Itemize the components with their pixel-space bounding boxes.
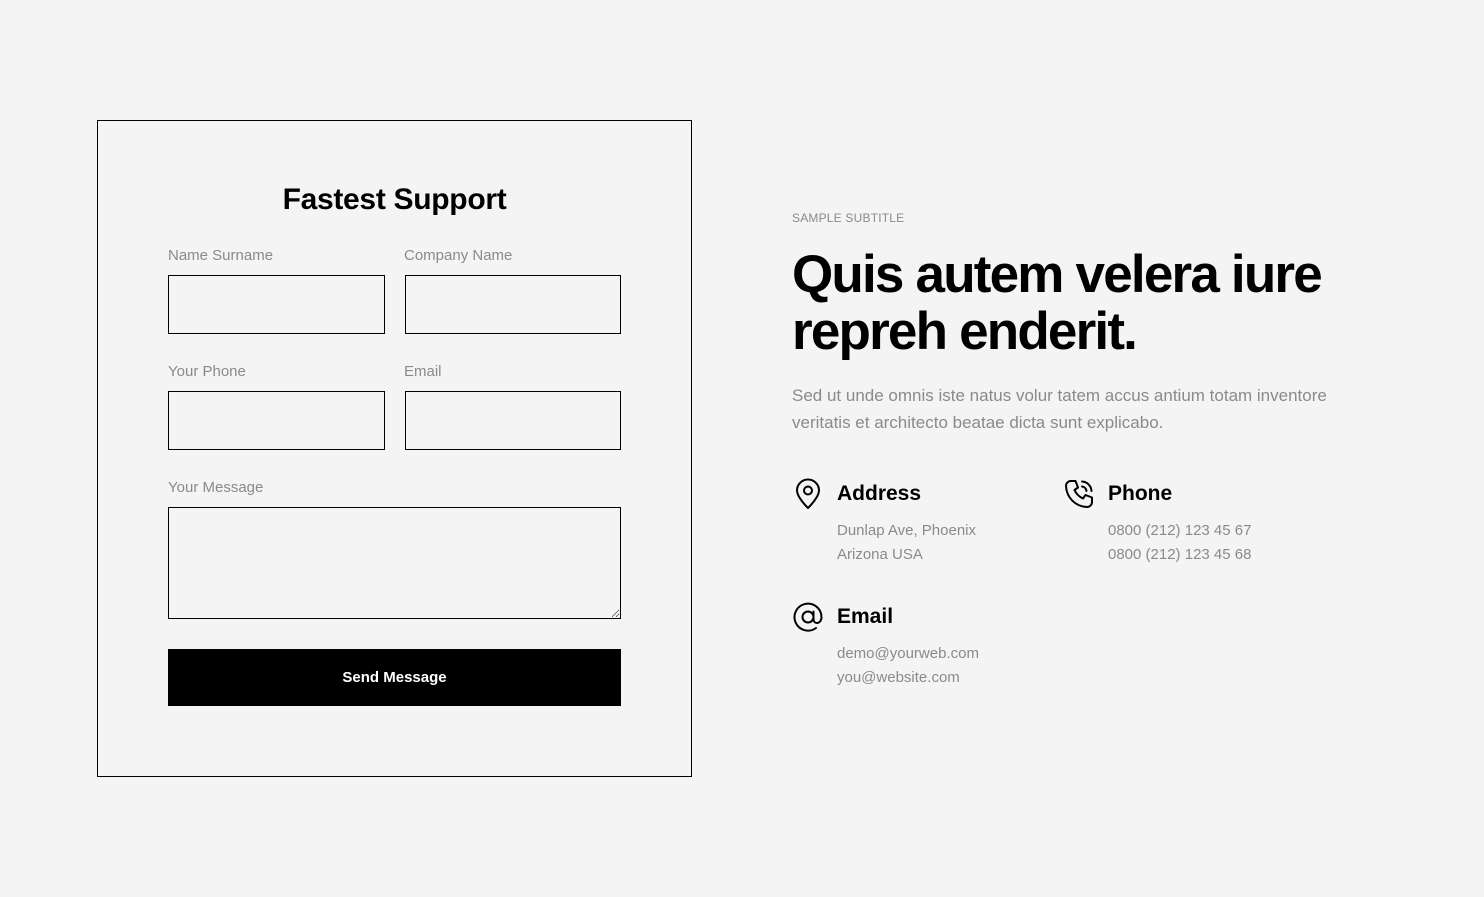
name-label: Name Surname	[168, 247, 274, 264]
phone-title: Phone	[1108, 482, 1173, 505]
company-label: Company Name	[404, 247, 513, 264]
section-subtitle: SAMPLE SUBTITLE	[792, 211, 905, 225]
address-line-1: Dunlap Ave, Phoenix	[837, 522, 976, 539]
phone-line-1: 0800 (212) 123 45 67	[1108, 522, 1252, 539]
message-textarea[interactable]	[168, 507, 621, 619]
support-form-card: Fastest Support Name Surname Company Nam…	[97, 120, 692, 777]
phone-line-2: 0800 (212) 123 45 68	[1108, 546, 1252, 563]
email-title: Email	[837, 605, 894, 628]
email-block: Email demo@yourweb.com you@website.com	[792, 601, 1052, 691]
send-message-button[interactable]: Send Message	[168, 649, 621, 706]
phone-block: Phone 0800 (212) 123 45 67 0800 (212) 12…	[1063, 478, 1323, 568]
phone-icon	[1065, 480, 1093, 508]
email-label: Email	[404, 363, 442, 380]
email-line-1: demo@yourweb.com	[837, 645, 979, 662]
message-label: Your Message	[168, 479, 264, 496]
company-name-input[interactable]	[405, 275, 621, 334]
map-pin-icon	[796, 478, 820, 509]
address-line-2: Arizona USA	[837, 546, 923, 563]
email-line-2: you@website.com	[837, 669, 960, 686]
name-surname-input[interactable]	[168, 275, 385, 334]
section-lead: Sed ut unde omnis iste natus volur tatem…	[792, 386, 1327, 432]
section-headline: Quis autem velera iure repreh enderit.	[792, 245, 1323, 361]
phone-input[interactable]	[168, 391, 385, 450]
form-title: Fastest Support	[282, 183, 507, 216]
email-input[interactable]	[405, 391, 621, 450]
at-sign-icon	[793, 602, 823, 632]
address-block: Address Dunlap Ave, Phoenix Arizona USA	[792, 478, 1052, 568]
phone-label: Your Phone	[168, 363, 246, 380]
address-title: Address	[837, 482, 922, 505]
